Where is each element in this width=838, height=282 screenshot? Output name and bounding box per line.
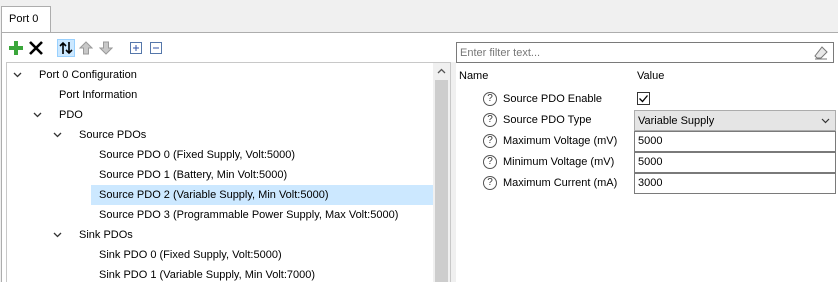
collapse-all-icon: [150, 42, 162, 54]
expand-all-icon: [130, 42, 142, 54]
property-name: Maximum Current (mA): [503, 177, 618, 189]
property-row-maximum-current: ? Maximum Current (mA): [456, 173, 836, 194]
delete-button[interactable]: [27, 39, 45, 57]
add-button[interactable]: [7, 39, 25, 57]
tab-label: Port 0: [9, 13, 39, 25]
configuration-tree: Port 0 Configuration Port Information PD…: [6, 62, 451, 282]
maximum-current-input[interactable]: [638, 177, 828, 189]
help-icon[interactable]: ?: [483, 155, 497, 169]
tree-item-label: Source PDO 2 (Variable Supply, Min Volt:…: [99, 189, 329, 201]
tree-item-label: Sink PDOs: [79, 229, 133, 241]
tree-item-label: Source PDOs: [79, 129, 147, 141]
delete-icon: [29, 41, 43, 55]
collapse-all-button[interactable]: [147, 39, 165, 57]
tree-item-sink-pdos[interactable]: Sink PDOs: [7, 225, 435, 245]
tree-item-label: Port Information: [59, 89, 138, 101]
help-icon[interactable]: ?: [483, 176, 497, 190]
property-row-source-pdo-type: ? Source PDO Type Variable Supply: [456, 110, 836, 131]
sort-button[interactable]: [57, 39, 75, 57]
clear-filter-icon[interactable]: [814, 46, 828, 60]
property-value-cell: [634, 89, 836, 110]
property-name: Maximum Voltage (mV): [503, 135, 618, 147]
tree-item-pdo[interactable]: PDO: [7, 105, 435, 125]
chevron-down-icon[interactable]: [31, 105, 43, 125]
tree-item-source-pdo-2[interactable]: Source PDO 2 (Variable Supply, Min Volt:…: [91, 185, 434, 205]
scroll-up-arrow-icon[interactable]: [437, 65, 446, 77]
help-icon[interactable]: ?: [483, 113, 497, 127]
tab-strip: Port 0: [0, 0, 838, 33]
maximum-voltage-input[interactable]: [638, 135, 828, 147]
column-header-value: Value: [637, 70, 665, 82]
tree-item-label: Sink PDO 1 (Variable Supply, Min Volt:70…: [99, 269, 316, 281]
tree-item-label: PDO: [59, 109, 83, 121]
tab-port-0[interactable]: Port 0: [1, 6, 51, 33]
column-header-name: Name: [459, 70, 489, 82]
checkmark-icon: [639, 95, 648, 103]
help-icon[interactable]: ?: [483, 134, 497, 148]
tree-item-source-pdos[interactable]: Source PDOs: [7, 125, 435, 145]
property-name: Source PDO Enable: [503, 93, 603, 105]
property-row-minimum-voltage: ? Minimum Voltage (mV): [456, 152, 836, 173]
property-value-cell: [634, 173, 836, 194]
tree-scrollbar[interactable]: [433, 63, 450, 282]
property-grid: Name Value ? Source PDO Enable ? Source …: [456, 66, 836, 282]
property-name: Source PDO Type: [503, 114, 592, 126]
chevron-down-icon[interactable]: [51, 125, 63, 145]
property-value-cell: [634, 152, 836, 173]
move-down-button[interactable]: [97, 39, 115, 57]
tree-item-sink-pdo-1[interactable]: Sink PDO 1 (Variable Supply, Min Volt:70…: [7, 265, 435, 282]
filter-input[interactable]: [460, 45, 800, 60]
chevron-down-icon[interactable]: [51, 225, 63, 245]
chevron-down-icon: [821, 115, 830, 127]
tree-item-label: Source PDO 0 (Fixed Supply, Volt:5000): [99, 149, 296, 161]
move-up-icon: [79, 41, 93, 55]
source-pdo-type-dropdown[interactable]: Variable Supply: [634, 110, 836, 131]
filter-box: [456, 42, 834, 63]
sort-icon: [59, 41, 73, 55]
help-icon[interactable]: ?: [483, 92, 497, 106]
chevron-down-icon[interactable]: [11, 65, 23, 85]
tree-item-label: Source PDO 3 (Programmable Power Supply,…: [99, 209, 399, 221]
scrollbar-thumb[interactable]: [435, 80, 448, 282]
tree-item-port-0-configuration[interactable]: Port 0 Configuration: [7, 65, 435, 85]
property-row-source-pdo-enable: ? Source PDO Enable: [456, 89, 836, 110]
tree-item-label: Port 0 Configuration: [39, 69, 137, 81]
source-pdo-enable-checkbox[interactable]: [637, 92, 650, 105]
tree-item-label: Source PDO 1 (Battery, Min Volt:5000): [99, 169, 288, 181]
property-name: Minimum Voltage (mV): [503, 156, 615, 168]
property-value-cell: [634, 131, 836, 152]
dropdown-selected-value: Variable Supply: [638, 115, 715, 127]
tree-item-sink-pdo-0[interactable]: Sink PDO 0 (Fixed Supply, Volt:5000): [7, 245, 435, 265]
tree-item-label: Sink PDO 0 (Fixed Supply, Volt:5000): [99, 249, 282, 261]
minimum-voltage-input[interactable]: [638, 156, 828, 168]
move-down-icon: [99, 41, 113, 55]
tree-item-port-information[interactable]: Port Information: [7, 85, 435, 105]
tree-item-source-pdo-0[interactable]: Source PDO 0 (Fixed Supply, Volt:5000): [7, 145, 435, 165]
move-up-button[interactable]: [77, 39, 95, 57]
toolbar: [7, 38, 167, 58]
property-row-maximum-voltage: ? Maximum Voltage (mV): [456, 131, 836, 152]
tree-item-source-pdo-3[interactable]: Source PDO 3 (Programmable Power Supply,…: [7, 205, 435, 225]
add-icon: [9, 41, 23, 55]
tree-item-source-pdo-1[interactable]: Source PDO 1 (Battery, Min Volt:5000): [7, 165, 435, 185]
expand-all-button[interactable]: [127, 39, 145, 57]
